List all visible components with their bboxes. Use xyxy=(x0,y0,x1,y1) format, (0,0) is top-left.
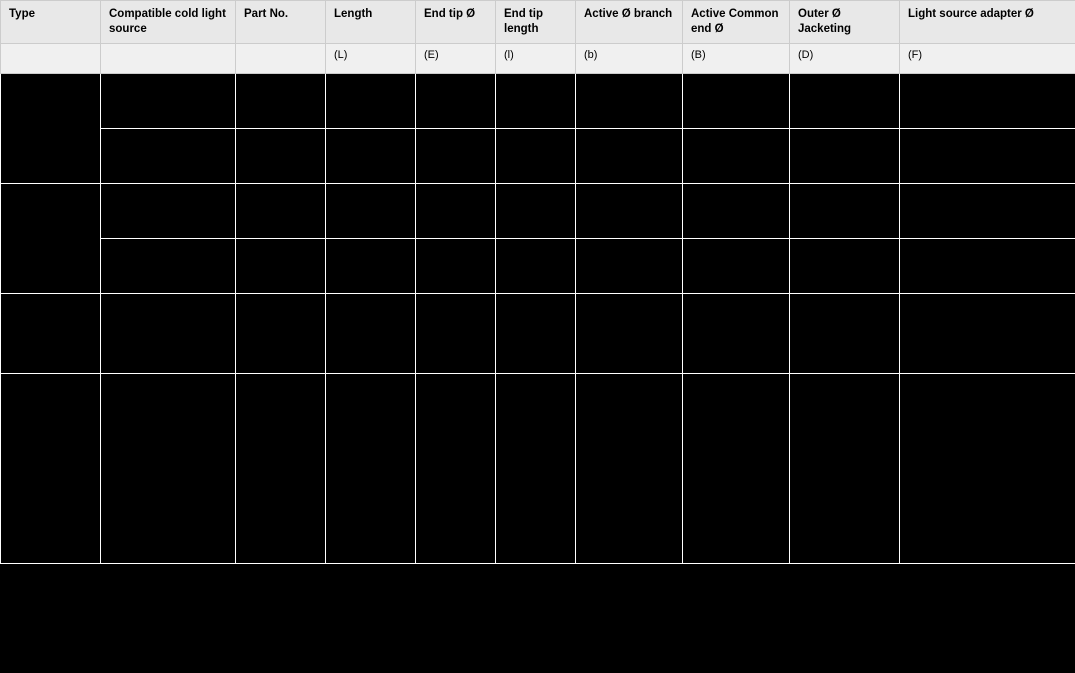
col-header-partno: Part No. xyxy=(236,1,326,44)
cell-endtip xyxy=(416,293,496,373)
cell-lightsrc xyxy=(900,128,1075,183)
cell-partno xyxy=(236,238,326,293)
cell-lightsrc xyxy=(900,73,1075,128)
table-row xyxy=(1,183,1075,238)
cell-compat xyxy=(101,128,236,183)
table-row xyxy=(1,293,1075,373)
cell-activebr xyxy=(576,183,683,238)
cell-endtiplen xyxy=(496,73,576,128)
cell-type xyxy=(1,183,101,293)
cell-partno xyxy=(236,73,326,128)
table-row xyxy=(1,128,1075,183)
cell-outerjack xyxy=(790,238,900,293)
cell-activebr xyxy=(576,128,683,183)
unit-type xyxy=(1,43,101,73)
cell-endtiplen xyxy=(496,293,576,373)
cell-activecom xyxy=(683,293,790,373)
cell-endtip xyxy=(416,238,496,293)
cell-length xyxy=(326,373,416,563)
cell-activebr xyxy=(576,238,683,293)
cell-partno xyxy=(236,373,326,563)
col-header-outerjack: Outer Ø Jacketing xyxy=(790,1,900,44)
cell-activebr xyxy=(576,293,683,373)
unit-lightsrc: (F) xyxy=(900,43,1075,73)
cell-outerjack xyxy=(790,73,900,128)
data-table: Type Compatible cold light source Part N… xyxy=(0,0,1075,564)
cell-type xyxy=(1,293,101,373)
col-header-activecom: Active Common end Ø xyxy=(683,1,790,44)
table-row xyxy=(1,238,1075,293)
table-container: Type Compatible cold light source Part N… xyxy=(0,0,1075,564)
cell-type xyxy=(1,73,101,183)
col-header-endtiplen: End tip length xyxy=(496,1,576,44)
table-row xyxy=(1,373,1075,563)
cell-length xyxy=(326,238,416,293)
col-header-length: Length xyxy=(326,1,416,44)
cell-outerjack xyxy=(790,373,900,563)
unit-outerjack: (D) xyxy=(790,43,900,73)
cell-outerjack xyxy=(790,128,900,183)
col-header-lightsrc: Light source adapter Ø xyxy=(900,1,1075,44)
cell-type xyxy=(1,373,101,563)
unit-activecom: (B) xyxy=(683,43,790,73)
cell-compat xyxy=(101,73,236,128)
cell-endtip xyxy=(416,373,496,563)
cell-endtiplen xyxy=(496,128,576,183)
cell-activebr xyxy=(576,373,683,563)
cell-partno xyxy=(236,183,326,238)
unit-endtip: (E) xyxy=(416,43,496,73)
col-header-compat: Compatible cold light source xyxy=(101,1,236,44)
cell-partno xyxy=(236,128,326,183)
cell-length xyxy=(326,128,416,183)
col-header-activebr: Active Ø branch xyxy=(576,1,683,44)
cell-activecom xyxy=(683,238,790,293)
table-row xyxy=(1,73,1075,128)
cell-activebr xyxy=(576,73,683,128)
unit-partno xyxy=(236,43,326,73)
cell-activecom xyxy=(683,373,790,563)
cell-lightsrc xyxy=(900,238,1075,293)
cell-length xyxy=(326,293,416,373)
unit-row: (L) (E) (l) (b) (B) (D) (F) xyxy=(1,43,1075,73)
unit-endtiplen: (l) xyxy=(496,43,576,73)
cell-endtiplen xyxy=(496,183,576,238)
cell-lightsrc xyxy=(900,183,1075,238)
cell-activecom xyxy=(683,128,790,183)
cell-activecom xyxy=(683,73,790,128)
cell-compat xyxy=(101,238,236,293)
unit-compat xyxy=(101,43,236,73)
cell-compat xyxy=(101,293,236,373)
cell-lightsrc xyxy=(900,373,1075,563)
header-row: Type Compatible cold light source Part N… xyxy=(1,1,1075,44)
unit-length: (L) xyxy=(326,43,416,73)
cell-compat xyxy=(101,373,236,563)
col-header-endtip: End tip Ø xyxy=(416,1,496,44)
cell-length xyxy=(326,73,416,128)
cell-lightsrc xyxy=(900,293,1075,373)
cell-outerjack xyxy=(790,293,900,373)
cell-endtiplen xyxy=(496,373,576,563)
cell-endtip xyxy=(416,183,496,238)
cell-activecom xyxy=(683,183,790,238)
cell-length xyxy=(326,183,416,238)
cell-endtip xyxy=(416,128,496,183)
cell-endtip xyxy=(416,73,496,128)
cell-compat xyxy=(101,183,236,238)
col-header-type: Type xyxy=(1,1,101,44)
cell-partno xyxy=(236,293,326,373)
cell-endtiplen xyxy=(496,238,576,293)
unit-activebr: (b) xyxy=(576,43,683,73)
cell-outerjack xyxy=(790,183,900,238)
